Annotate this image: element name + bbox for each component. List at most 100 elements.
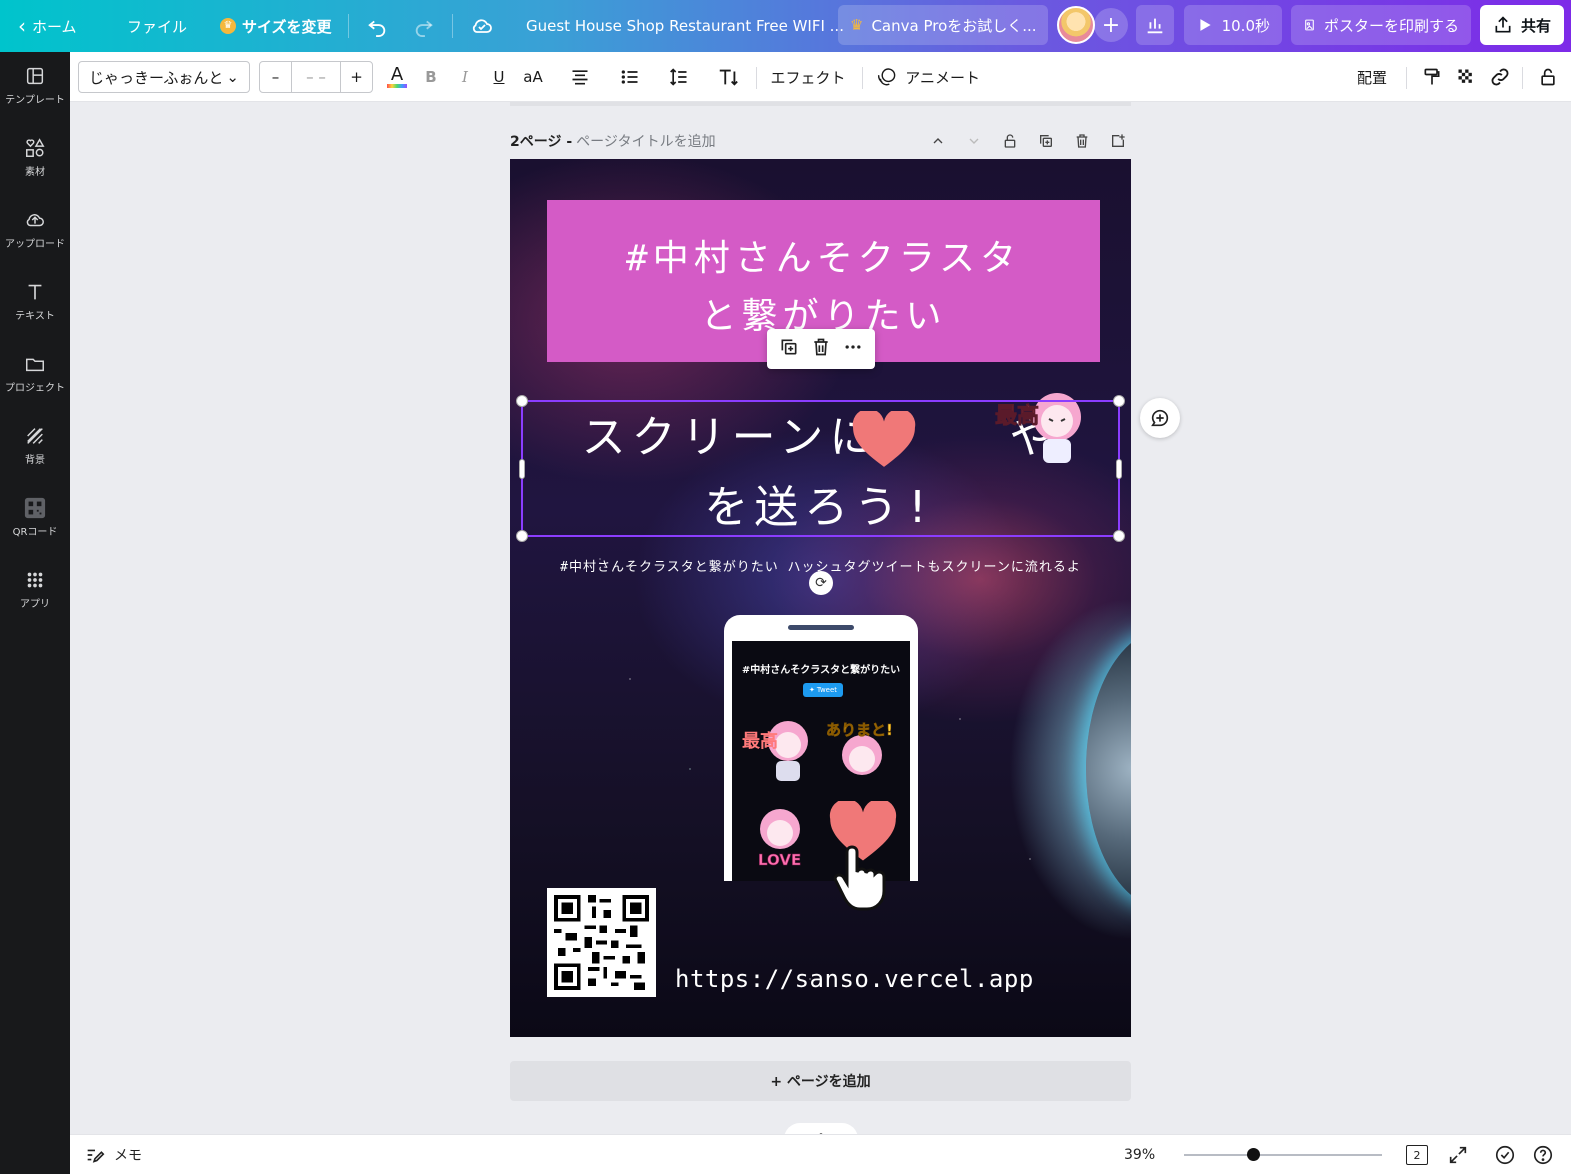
twitter-bird-icon: ✦ (808, 686, 815, 694)
qr-code-icon (24, 497, 46, 518)
title-line-1: #中村さんそクラスタ (626, 238, 1021, 279)
element-context-menu (767, 329, 875, 369)
resize-button[interactable]: ♛ サイズを変更 (220, 0, 332, 52)
font-size-increase-button[interactable]: + (340, 62, 372, 92)
lock-button[interactable] (1536, 61, 1560, 93)
bold-button[interactable]: B (420, 61, 442, 93)
resize-handle-bottom-left[interactable] (516, 530, 528, 542)
letter-case-button[interactable]: aA (520, 61, 546, 93)
paint-format-button[interactable] (1420, 61, 1444, 93)
previous-page-edge (510, 102, 1131, 106)
lock-icon (1541, 68, 1555, 86)
cloud-save-status[interactable] (470, 0, 494, 52)
sidebar-item-templates[interactable]: テンプレート (0, 52, 70, 118)
alignment-button[interactable] (568, 61, 592, 93)
avatar[interactable] (1057, 6, 1095, 44)
font-size-input[interactable]: – – (292, 62, 340, 92)
resize-handle-right[interactable] (1116, 459, 1122, 479)
text-icon (28, 284, 42, 299)
home-button[interactable]: ‹ ホーム (18, 0, 77, 52)
delete-page-button[interactable] (1071, 130, 1093, 152)
animate-button[interactable]: アニメート (876, 61, 980, 93)
invite-button[interactable]: + (1094, 8, 1128, 42)
try-pro-button[interactable]: ♛ Canva Proをお試しく... (838, 5, 1048, 45)
link-icon (1491, 68, 1509, 86)
present-button[interactable]: 10.0秒 (1184, 5, 1282, 45)
font-family-dropdown[interactable]: じゃっきーふぉんと ⌄ (78, 61, 250, 93)
divider (1406, 67, 1407, 89)
fullscreen-button[interactable] (1447, 1135, 1469, 1174)
duplicate-page-button[interactable] (1035, 130, 1057, 152)
list-button[interactable] (618, 61, 642, 93)
file-menu[interactable]: ファイル (127, 0, 187, 52)
share-label: 共有 (1520, 16, 1551, 35)
sidebar-item-text[interactable]: テキスト (0, 268, 70, 334)
zoom-slider-track[interactable] (1184, 1154, 1382, 1156)
plus-icon: + (1101, 12, 1121, 38)
effects-button[interactable]: エフェクト (770, 61, 846, 93)
resize-handle-bottom-right[interactable] (1113, 530, 1125, 542)
notes-button[interactable]: メモ (84, 1135, 142, 1174)
resize-handle-top-right[interactable] (1113, 395, 1125, 407)
url-text[interactable]: https://sanso.vercel.app (675, 965, 1034, 993)
help-button[interactable] (1532, 1135, 1554, 1174)
arrange-button[interactable]: 配置 (1352, 61, 1392, 93)
italic-button[interactable]: I (454, 61, 476, 93)
color-bar (387, 84, 407, 88)
add-page-button[interactable] (1107, 130, 1129, 152)
document-title[interactable]: Guest House Shop Restaurant Free WIFI ..… (526, 0, 844, 52)
lock-page-button[interactable] (999, 130, 1021, 152)
spacing-button[interactable] (667, 61, 691, 93)
page-title-input[interactable]: ページタイトルを追加 (576, 131, 715, 151)
sidebar-item-projects[interactable]: プロジェクト (0, 340, 70, 406)
page-number: 2ページ - (510, 134, 573, 150)
sticker-saikou: 最高 (742, 721, 808, 781)
divider (1522, 67, 1523, 89)
divider (756, 67, 757, 89)
text-color-button[interactable]: A (385, 61, 409, 93)
sidebar-item-uploads[interactable]: アップロード (0, 196, 70, 262)
transparency-button[interactable] (1454, 61, 1478, 93)
page-up-button[interactable] (927, 130, 949, 152)
bullet-list-icon (621, 70, 638, 84)
resize-handle-top-left[interactable] (516, 395, 528, 407)
underline-button[interactable]: U (488, 61, 510, 93)
sidebar-item-label: 背景 (25, 454, 45, 466)
sticker-arimato: ありまと! (826, 721, 893, 775)
resize-label: サイズを変更 (242, 17, 332, 36)
zoom-slider-knob[interactable] (1247, 1148, 1260, 1161)
sidebar-item-label: 素材 (25, 166, 45, 178)
zoom-percentage[interactable]: 39% (1124, 1135, 1155, 1174)
redo-button[interactable] (413, 0, 435, 52)
notes-icon (87, 1149, 105, 1163)
font-name: じゃっきーふぉんと (89, 68, 224, 87)
sidebar-item-apps[interactable]: アプリ (0, 556, 70, 622)
page-down-button[interactable] (963, 130, 985, 152)
link-button[interactable] (1488, 61, 1512, 93)
check-status-button[interactable] (1494, 1135, 1516, 1174)
collapse-pages-tab[interactable]: ︿ (784, 1123, 858, 1134)
delete-element-button[interactable] (811, 337, 831, 361)
rotate-handle[interactable]: ⟳ (809, 571, 833, 595)
resize-handle-left[interactable] (519, 459, 525, 479)
background-icon (27, 427, 43, 444)
poster-canvas[interactable]: #中村さんそクラスタ と繋がりたい スクリーンに や を送ろう! 最高 #中村さ… (510, 159, 1131, 1037)
copy-element-button[interactable] (779, 337, 799, 361)
qr-code-image[interactable] (547, 888, 656, 997)
duplicate-icon (781, 339, 797, 355)
sidebar-item-elements[interactable]: 素材 (0, 124, 70, 190)
insights-button[interactable] (1136, 5, 1174, 45)
undo-button[interactable] (366, 0, 388, 52)
more-options-button[interactable] (843, 337, 863, 361)
trash-icon (814, 338, 828, 356)
text-direction-button[interactable] (716, 61, 740, 93)
add-comment-button[interactable] (1140, 398, 1180, 438)
sidebar-item-qr-code[interactable]: QRコード (0, 484, 70, 550)
page-count-button[interactable]: 2 (1406, 1135, 1428, 1174)
print-poster-button[interactable]: ポスターを印刷する (1291, 5, 1471, 45)
share-button[interactable]: 共有 (1480, 5, 1564, 45)
add-page-bar[interactable]: + ページを追加 (510, 1061, 1131, 1101)
sidebar-item-background[interactable]: 背景 (0, 412, 70, 478)
font-size-decrease-button[interactable]: – (260, 62, 292, 92)
transparency-icon (1458, 69, 1472, 83)
